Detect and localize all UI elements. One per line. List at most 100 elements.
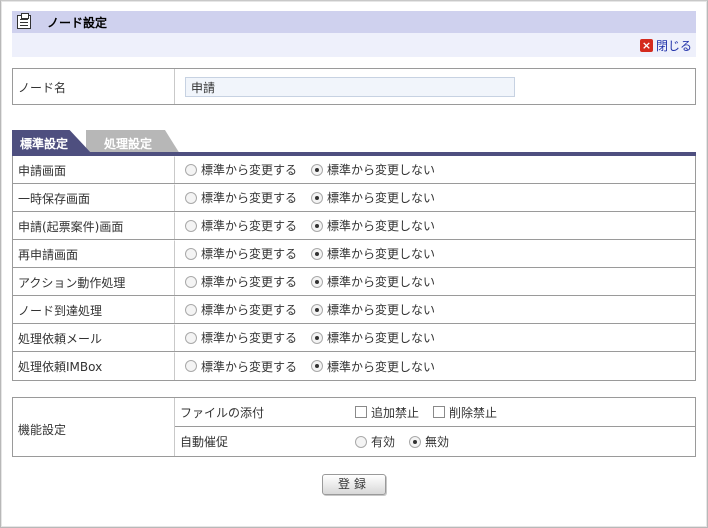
standard-row-label: 再申請画面 <box>13 240 175 267</box>
standard-settings-row: 一時保存画面 標準から変更する 標準から変更しない <box>13 184 695 212</box>
keep-standard-radio[interactable] <box>311 163 324 176</box>
standard-settings-table: 申請画面 標準から変更する 標準から変更しない 一時保存画面 標準から変更する 標準から変… <box>12 156 696 381</box>
add-forbid-label[interactable]: 追加禁止 <box>371 404 419 421</box>
function-settings-table: 機能設定 ファイルの添付 追加禁止 削除禁止 自動催促 有効 無効 <box>12 397 696 457</box>
auto-reminder-label: 自動催促 <box>180 435 229 449</box>
delete-forbid-label[interactable]: 削除禁止 <box>449 404 497 421</box>
keep-standard-radio[interactable] <box>311 331 324 344</box>
change-from-standard-label[interactable]: 標準から変更する <box>201 273 297 290</box>
change-from-standard-label[interactable]: 標準から変更する <box>201 161 297 178</box>
reminder-enabled-label[interactable]: 有効 <box>371 433 395 450</box>
title-bar: ノード設定 <box>12 10 696 33</box>
keep-standard-radio[interactable] <box>311 219 324 232</box>
keep-standard-option[interactable]: 標準から変更しない <box>311 217 435 234</box>
keep-standard-option[interactable]: 標準から変更しない <box>311 245 435 262</box>
standard-row-options: 標準から変更する 標準から変更しない <box>175 352 695 380</box>
keep-standard-option[interactable]: 標準から変更しない <box>311 161 435 178</box>
standard-row-options: 標準から変更する 標準から変更しない <box>175 240 695 267</box>
change-from-standard-radio[interactable] <box>185 303 197 316</box>
standard-row-options: 標準から変更する 標準から変更しない <box>175 268 695 295</box>
delete-forbid-checkbox[interactable] <box>433 406 446 418</box>
keep-standard-label[interactable]: 標準から変更しない <box>327 301 435 318</box>
change-from-standard-option[interactable]: 標準から変更する <box>185 329 297 346</box>
change-from-standard-option[interactable]: 標準から変更する <box>185 161 297 178</box>
change-from-standard-option[interactable]: 標準から変更する <box>185 217 297 234</box>
close-link[interactable]: × 閉じる <box>639 37 692 54</box>
register-button[interactable]: 登録 <box>322 474 386 495</box>
delete-forbid-option[interactable]: 削除禁止 <box>433 404 497 421</box>
close-icon[interactable]: × <box>639 39 653 52</box>
keep-standard-option[interactable]: 標準から変更しない <box>311 301 435 318</box>
keep-standard-label[interactable]: 標準から変更しない <box>327 245 435 262</box>
sub-toolbar: × 閉じる <box>12 33 696 57</box>
keep-standard-radio[interactable] <box>311 247 324 260</box>
standard-settings-row: アクション動作処理 標準から変更する 標準から変更しない <box>13 268 695 296</box>
change-from-standard-radio[interactable] <box>185 191 197 204</box>
tab-bar: 処理設定 標準設定 <box>12 126 696 156</box>
standard-row-options: 標準から変更する 標準から変更しない <box>175 296 695 323</box>
keep-standard-radio[interactable] <box>311 303 324 316</box>
reminder-disabled-option[interactable]: 無効 <box>409 433 449 450</box>
node-name-input[interactable] <box>185 77 515 97</box>
keep-standard-option[interactable]: 標準から変更しない <box>311 329 435 346</box>
change-from-standard-radio[interactable] <box>185 163 197 176</box>
standard-row-options: 標準から変更する 標準から変更しない <box>175 324 695 351</box>
change-from-standard-option[interactable]: 標準から変更する <box>185 358 297 375</box>
standard-settings-row: 再申請画面 標準から変更する 標準から変更しない <box>13 240 695 268</box>
standard-row-options: 標準から変更する 標準から変更しない <box>175 184 695 211</box>
auto-reminder-options: 有効 無効 <box>355 433 463 450</box>
change-from-standard-radio[interactable] <box>185 275 197 288</box>
change-from-standard-label[interactable]: 標準から変更する <box>201 245 297 262</box>
add-forbid-option[interactable]: 追加禁止 <box>355 404 419 421</box>
change-from-standard-radio[interactable] <box>185 219 197 232</box>
change-from-standard-label[interactable]: 標準から変更する <box>201 189 297 206</box>
reminder-enabled-option[interactable]: 有効 <box>355 433 395 450</box>
change-from-standard-label[interactable]: 標準から変更する <box>201 217 297 234</box>
keep-standard-option[interactable]: 標準から変更しない <box>311 189 435 206</box>
change-from-standard-radio[interactable] <box>185 331 197 344</box>
reminder-disabled-radio[interactable] <box>409 435 422 448</box>
standard-settings-row: 処理依頼メール 標準から変更する 標準から変更しない <box>13 324 695 352</box>
node-name-label: ノード名 <box>13 69 175 104</box>
change-from-standard-radio[interactable] <box>185 360 197 372</box>
change-from-standard-option[interactable]: 標準から変更する <box>185 301 297 318</box>
keep-standard-radio[interactable] <box>311 360 324 372</box>
keep-standard-label[interactable]: 標準から変更しない <box>327 217 435 234</box>
clipboard-icon <box>17 13 31 29</box>
keep-standard-label[interactable]: 標準から変更しない <box>327 358 435 375</box>
change-from-standard-label[interactable]: 標準から変更する <box>201 358 297 375</box>
tab-processing-settings[interactable]: 処理設定 <box>86 130 180 154</box>
standard-row-options: 標準から変更する 標準から変更しない <box>175 212 695 239</box>
standard-row-label: 申請画面 <box>13 156 175 183</box>
keep-standard-label[interactable]: 標準から変更しない <box>327 329 435 346</box>
function-settings-rows: ファイルの添付 追加禁止 削除禁止 自動催促 有効 無効 <box>175 398 695 456</box>
keep-standard-radio[interactable] <box>311 275 324 288</box>
close-label[interactable]: 閉じる <box>656 37 692 54</box>
change-from-standard-option[interactable]: 標準から変更する <box>185 245 297 262</box>
dialog-title: ノード設定 <box>47 15 108 30</box>
change-from-standard-label[interactable]: 標準から変更する <box>201 329 297 346</box>
add-forbid-checkbox[interactable] <box>355 406 367 418</box>
standard-row-label: ノード到達処理 <box>13 296 175 323</box>
change-from-standard-radio[interactable] <box>185 247 197 260</box>
change-from-standard-label[interactable]: 標準から変更する <box>201 301 297 318</box>
attachment-label: ファイルの添付 <box>180 405 265 420</box>
auto-reminder-row: 自動催促 有効 無効 <box>175 427 695 456</box>
keep-standard-radio[interactable] <box>311 191 324 204</box>
attachment-options: 追加禁止 削除禁止 <box>355 404 511 421</box>
reminder-enabled-radio[interactable] <box>355 435 367 448</box>
function-settings-label: 機能設定 <box>13 398 175 456</box>
standard-row-label: 処理依頼IMBox <box>13 352 175 380</box>
keep-standard-label[interactable]: 標準から変更しない <box>327 273 435 290</box>
tab-standard-settings[interactable]: 標準設定 <box>12 130 92 154</box>
keep-standard-label[interactable]: 標準から変更しない <box>327 189 435 206</box>
reminder-disabled-label[interactable]: 無効 <box>425 433 449 450</box>
change-from-standard-option[interactable]: 標準から変更する <box>185 273 297 290</box>
keep-standard-option[interactable]: 標準から変更しない <box>311 273 435 290</box>
keep-standard-option[interactable]: 標準から変更しない <box>311 358 435 375</box>
node-name-row: ノード名 <box>12 68 696 105</box>
standard-row-label: 処理依頼メール <box>13 324 175 351</box>
change-from-standard-option[interactable]: 標準から変更する <box>185 189 297 206</box>
standard-row-options: 標準から変更する 標準から変更しない <box>175 156 695 183</box>
keep-standard-label[interactable]: 標準から変更しない <box>327 161 435 178</box>
